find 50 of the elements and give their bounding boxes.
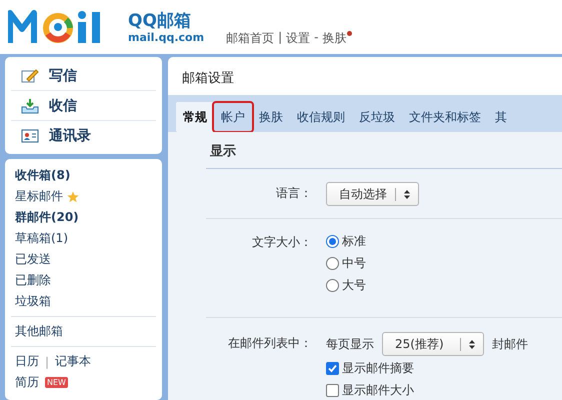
field-text: 封邮件 [492,336,528,353]
new-badge: NEW [45,377,68,388]
folder-link[interactable]: 已删除 [15,270,152,291]
field-label: 语言： [275,185,313,202]
header-link[interactable]: 设置 [286,30,310,46]
star-icon [67,190,79,202]
settings-tab[interactable]: 反垃圾 [352,103,402,131]
header-link[interactable]: 换肤 [322,30,352,46]
logo-url: mail.qq.com [128,30,204,44]
updown-arrows-icon [404,190,410,198]
folder-link[interactable]: 星标邮件 [15,186,152,207]
radio-option[interactable]: 标准 [326,231,366,251]
pencil-note-icon [21,68,39,84]
tool-link[interactable]: 记事本 [55,351,92,372]
folder-link[interactable]: 垃圾箱 [15,291,152,312]
separator: - [314,30,318,46]
settings-tab[interactable]: 其 [488,103,514,131]
panel-title: 邮箱设置 [181,70,235,88]
checkbox-option[interactable]: 显示邮件大小 [326,380,528,400]
folder-link[interactable]: 草稿箱(1) [15,228,152,249]
radio-option[interactable]: 中号 [326,253,366,273]
tool-link[interactable]: 简历 [15,372,39,393]
header-link[interactable]: 邮箱首页 [226,30,274,46]
folder-link[interactable]: 群邮件(20) [15,207,152,228]
settings-tab[interactable]: 换肤 [252,103,290,131]
radio-option[interactable]: 大号 [326,275,366,295]
folder-link[interactable]: 已发送 [15,249,152,270]
action-link[interactable]: 通讯录 [11,121,156,150]
checkbox-option[interactable]: 显示邮件摘要 [326,358,528,378]
folder-link[interactable]: 收件箱(8) [15,165,152,186]
tool-link[interactable]: 日历 [15,351,39,372]
folder-link[interactable]: 其他邮箱 [15,321,152,342]
logo-title: QQ邮箱 [128,10,192,30]
settings-tab[interactable]: 帐户 [214,103,252,131]
separator: | [278,30,282,46]
field-label: 文字大小： [251,234,313,251]
updown-arrows-icon [469,340,475,348]
action-link[interactable]: 收信 [11,91,156,121]
section-title: 显示 [206,142,562,169]
separator: | [45,354,50,368]
field-label: 在邮件列表中： [227,335,313,352]
field-text: 每页显示 [326,336,374,353]
inbox-tray-icon [21,98,39,114]
settings-tab[interactable]: 收信规则 [290,103,352,131]
language-select[interactable]: 自动选择 [326,182,419,206]
settings-tab[interactable]: 文件夹和标签 [402,103,488,131]
page-size-select[interactable]: 25(推荐) [382,332,484,356]
contact-card-icon [21,128,39,142]
action-link[interactable]: 写信 [11,61,156,91]
settings-tab[interactable]: 常规 [176,102,214,132]
